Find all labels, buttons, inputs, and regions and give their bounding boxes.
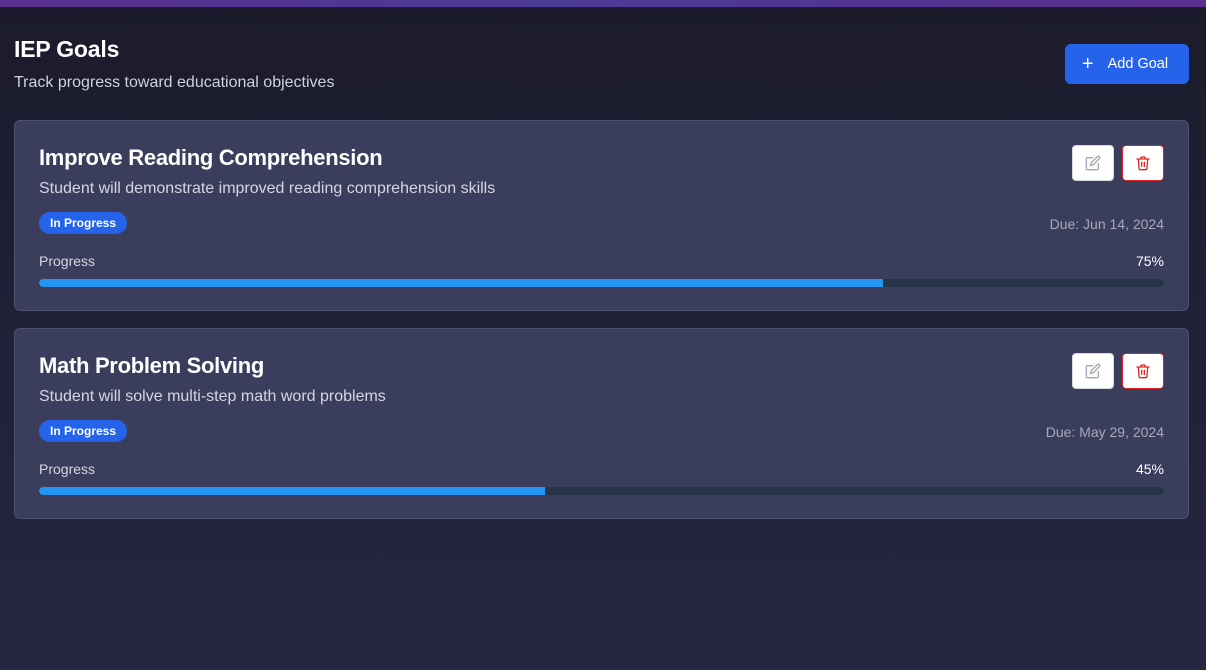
delete-goal-button[interactable] [1122, 145, 1164, 181]
edit-icon [1085, 363, 1101, 379]
progress-percent: 45% [1135, 461, 1164, 477]
iep-goals-page: IEP Goals Track progress toward educatio… [14, 7, 1189, 536]
delete-goal-button[interactable] [1122, 353, 1164, 389]
progress-bar-fill [39, 279, 883, 287]
page-title: IEP Goals [14, 36, 120, 62]
card-actions [1072, 353, 1164, 389]
goal-description: Student will demonstrate improved readin… [39, 180, 496, 197]
card-actions [1072, 145, 1164, 181]
edit-goal-button[interactable] [1072, 145, 1114, 181]
edit-goal-button[interactable] [1072, 353, 1114, 389]
status-badge: In Progress [39, 420, 128, 442]
progress-bar [39, 487, 1164, 495]
progress-label: Progress [39, 461, 96, 477]
goal-description: Student will solve multi-step math word … [39, 388, 386, 405]
due-date: Due: May 29, 2024 [1045, 424, 1164, 440]
status-badge: In Progress [39, 212, 128, 234]
top-accent-bar [0, 0, 1206, 7]
add-goal-label: Add Goal [1107, 56, 1169, 72]
goal-title: Improve Reading Comprehension [39, 145, 383, 170]
goal-card: Improve Reading Comprehension Student wi… [14, 120, 1189, 311]
progress-bar-fill [39, 487, 546, 495]
page-header: IEP Goals Track progress toward educatio… [14, 7, 1189, 120]
trash-icon [1136, 156, 1150, 171]
trash-icon [1136, 364, 1150, 379]
progress-label: Progress [39, 253, 96, 269]
page-subtitle: Track progress toward educational object… [14, 74, 335, 91]
edit-icon [1085, 155, 1101, 171]
add-goal-button[interactable]: + Add Goal [1065, 44, 1189, 84]
due-date: Due: Jun 14, 2024 [1049, 216, 1164, 232]
goal-title: Math Problem Solving [39, 353, 265, 378]
plus-icon: + [1081, 53, 1094, 75]
progress-bar [39, 279, 1164, 287]
progress-percent: 75% [1135, 253, 1164, 269]
goal-card: Math Problem Solving Student will solve … [14, 328, 1189, 519]
